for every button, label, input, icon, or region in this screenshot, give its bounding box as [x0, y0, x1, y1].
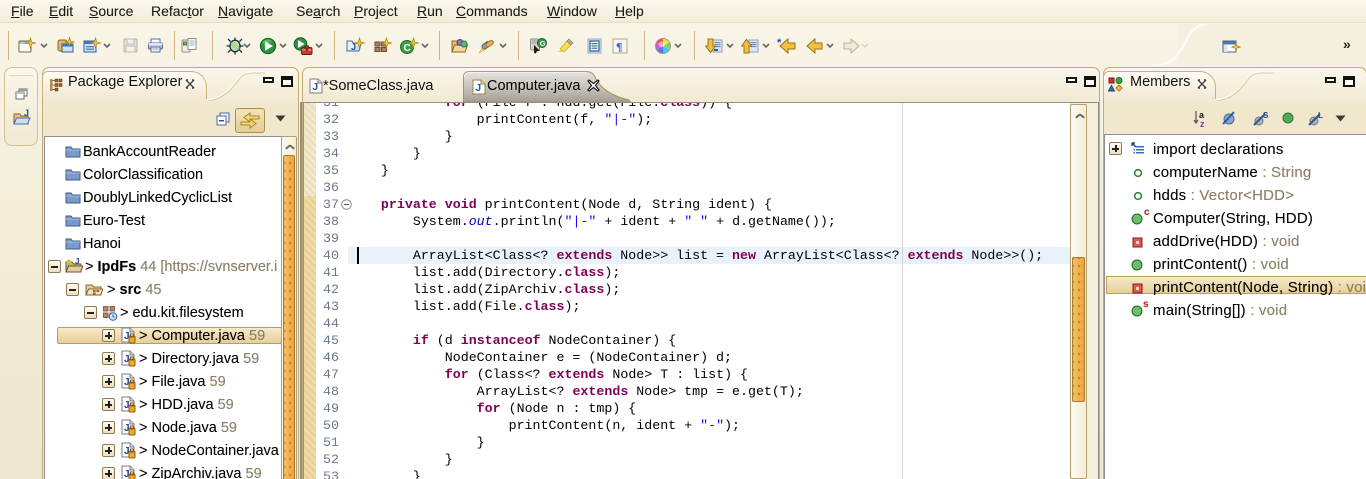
svg-text:z: z	[1200, 119, 1205, 128]
svg-text:L: L	[1318, 111, 1323, 120]
svg-text:J: J	[75, 258, 79, 266]
svg-text:J: J	[476, 83, 482, 94]
svg-text:S: S	[1263, 111, 1269, 120]
svg-text:J: J	[313, 82, 319, 93]
svg-text:¶: ¶	[616, 40, 622, 54]
svg-text:C: C	[404, 43, 411, 54]
svg-text:G: G	[540, 39, 546, 48]
svg-text:J: J	[24, 108, 29, 118]
